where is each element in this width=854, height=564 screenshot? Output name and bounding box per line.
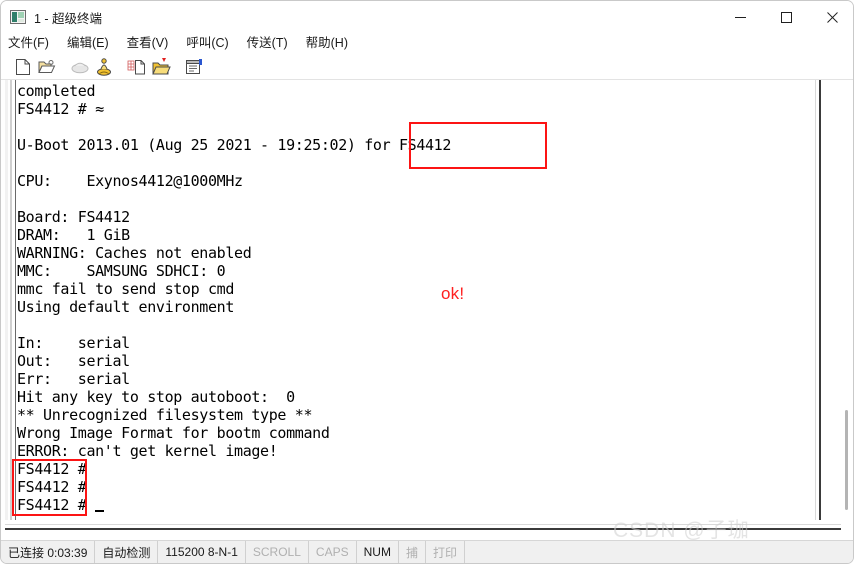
terminal-bottom-bevel xyxy=(5,520,847,532)
terminal-line: Wrong Image Format for bootm command xyxy=(17,424,330,442)
ok-annotation: ok! xyxy=(441,284,465,303)
toolbar xyxy=(1,53,853,80)
terminal-line: FS4412 # ≈ xyxy=(17,100,104,118)
call-icon[interactable] xyxy=(93,56,115,78)
status-detect: 自动检测 xyxy=(94,540,157,563)
status-connected: 已连接 0:03:39 xyxy=(8,545,88,560)
status-bar: 已连接 0:03:39 自动检测 115200 8-N-1 SCROLL CAP… xyxy=(1,540,853,563)
hyperterminal-window: 1 - 超级终端 文件(F) 编辑(E) 查看(V) 呼叫(C) 传送(T) 帮… xyxy=(0,0,854,564)
window-controls xyxy=(717,1,853,33)
terminal-line: ** Unrecognized filesystem type ** xyxy=(17,406,313,424)
menu-help[interactable]: 帮助(H) xyxy=(306,37,348,50)
status-filler xyxy=(463,540,853,563)
terminal-line: In: serial xyxy=(17,334,130,352)
window-scrollbar-thumb[interactable] xyxy=(845,410,848,510)
menu-call[interactable]: 呼叫(C) xyxy=(186,37,228,50)
text-cursor xyxy=(95,510,105,512)
terminal-line: completed xyxy=(17,82,96,100)
terminal-line: mmc fail to send stop cmd xyxy=(17,280,235,298)
status-caps: CAPS xyxy=(307,540,356,563)
status-scroll: SCROLL xyxy=(244,540,308,563)
terminal-line: DRAM: 1 GiB xyxy=(17,226,130,244)
window-title: 1 - 超级终端 xyxy=(34,11,103,26)
highlight-box-for-fs4412 xyxy=(409,122,547,169)
terminal-line: Err: serial xyxy=(17,370,130,388)
terminal-line: FS4412 # xyxy=(17,478,96,496)
status-print: 打印 xyxy=(424,540,464,563)
terminal-prompt-line: FS4412 # xyxy=(17,496,812,514)
terminal-line: FS4412 # xyxy=(17,460,96,478)
menu-bar: 文件(F) 编辑(E) 查看(V) 呼叫(C) 传送(T) 帮助(H) xyxy=(1,33,853,53)
terminal-line: Hit any key to stop autoboot: 0 xyxy=(17,388,295,406)
menu-file[interactable]: 文件(F) xyxy=(8,37,49,50)
menu-transfer[interactable]: 传送(T) xyxy=(247,37,288,50)
terminal-line: CPU: Exynos4412@1000MHz xyxy=(17,172,243,190)
terminal-line: ERROR: can't get kernel image! xyxy=(17,442,278,460)
menu-view[interactable]: 查看(V) xyxy=(127,37,169,50)
receive-file-icon[interactable] xyxy=(150,56,172,78)
terminal-line: Board: FS4412 xyxy=(17,208,130,226)
terminal-right-bevel xyxy=(812,80,826,532)
highlight-box-prompts xyxy=(12,459,87,516)
title-bar[interactable]: 1 - 超级终端 xyxy=(1,1,853,33)
terminal-line: MMC: SAMSUNG SDHCI: 0 xyxy=(17,262,226,280)
disconnect-icon xyxy=(69,56,91,78)
new-connection-icon[interactable] xyxy=(12,56,34,78)
send-file-icon[interactable] xyxy=(126,56,148,78)
terminal-line: Out: serial xyxy=(17,352,130,370)
open-connection-icon[interactable] xyxy=(36,56,58,78)
menu-edit[interactable]: 编辑(E) xyxy=(67,37,109,50)
hyperterminal-icon xyxy=(10,10,26,24)
window-scrollbar[interactable] xyxy=(841,80,852,532)
status-capture: 捕 xyxy=(397,540,425,563)
close-icon[interactable] xyxy=(809,1,853,33)
properties-icon[interactable] xyxy=(183,56,205,78)
terminal-line: WARNING: Caches not enabled xyxy=(17,244,252,262)
minimize-icon[interactable] xyxy=(717,1,763,33)
status-num: NUM xyxy=(355,540,398,563)
terminal-line: Using default environment xyxy=(17,298,235,316)
status-serial-config: 115200 8-N-1 xyxy=(157,540,245,563)
maximize-icon[interactable] xyxy=(763,1,809,33)
